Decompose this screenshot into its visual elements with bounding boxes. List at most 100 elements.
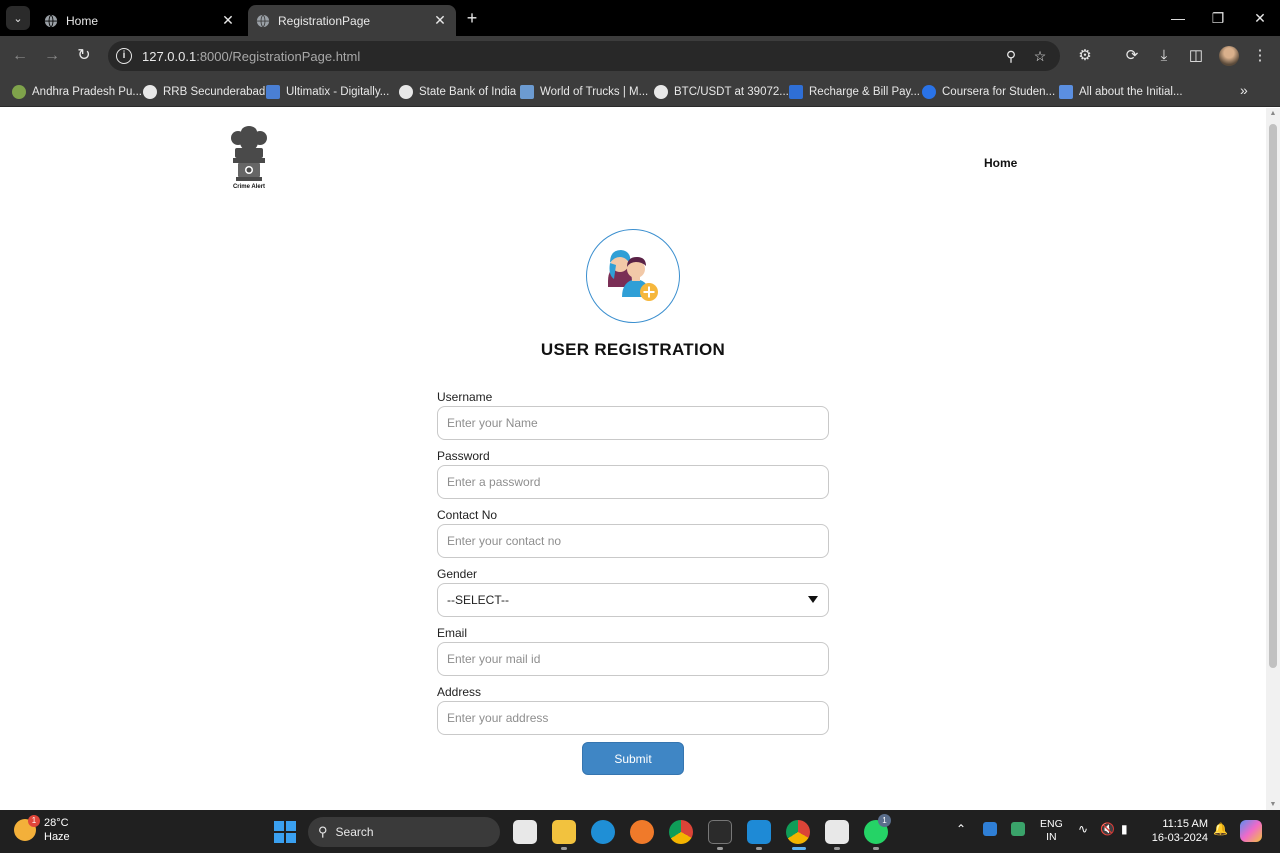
weather-description: Haze [44, 831, 70, 843]
running-indicator [561, 847, 567, 850]
bookmark-item[interactable]: World of Trucks | M... [520, 82, 648, 102]
clock-date: 16-03-2024 [1151, 832, 1208, 844]
restore-button[interactable]: ❐ [1208, 8, 1228, 28]
lang-code: ENG [1040, 818, 1063, 830]
search-label: Search [335, 825, 374, 839]
edge-icon[interactable] [591, 820, 615, 844]
bookmark-item[interactable]: All about the Initial... [1059, 82, 1183, 102]
email-input[interactable] [437, 642, 829, 676]
notification-bell-icon[interactable]: 🔔 [1213, 822, 1228, 836]
page-scrollbar[interactable]: ▲ ▼ [1266, 108, 1280, 810]
registration-form: Username Password Contact No Gender --SE… [437, 388, 829, 775]
new-tab-button[interactable]: + [462, 8, 482, 28]
whatsapp-badge: 1 [878, 814, 891, 827]
profile-avatar[interactable] [1219, 46, 1239, 66]
back-button[interactable]: ← [10, 46, 30, 66]
search-icon: ⚲ [318, 824, 328, 839]
globe-icon [44, 14, 58, 27]
system-clock[interactable]: 11:15 AM 16-03-2024 [1146, 817, 1208, 845]
tray-app-icon[interactable] [1011, 822, 1025, 836]
menu-icon[interactable]: ⋮ [1250, 46, 1270, 66]
extensions-icon[interactable]: ⚙ [1075, 46, 1095, 66]
tab-search-button[interactable]: ⌄ [6, 6, 30, 30]
weather-widget[interactable]: 1 28°C Haze [14, 815, 70, 844]
running-indicator [873, 847, 879, 850]
gender-select[interactable]: --SELECT-- [437, 583, 829, 617]
sync-icon[interactable]: ⟳ [1122, 46, 1142, 66]
bookmark-item[interactable]: State Bank of India [399, 82, 516, 102]
add-users-icon [607, 249, 658, 301]
coin-icon [654, 85, 668, 99]
username-input[interactable] [437, 406, 829, 440]
chrome-profile-icon[interactable] [786, 820, 810, 844]
bookmark-star-icon[interactable]: ☆ [1031, 47, 1049, 65]
url-path: :8000/RegistrationPage.html [196, 48, 361, 64]
minimize-button[interactable]: — [1168, 8, 1188, 28]
firefox-icon[interactable] [630, 820, 654, 844]
more-bookmarks-icon[interactable]: » [1240, 82, 1248, 98]
submit-button[interactable]: Submit [582, 742, 684, 775]
windows-taskbar: 1 28°C Haze ⚲ Search 1 ⌃ ENG IN ∿ 🔇 ▮ 11… [0, 810, 1280, 853]
forward-button[interactable]: → [42, 46, 62, 66]
copilot-icon[interactable] [1240, 820, 1262, 842]
globe-icon [143, 85, 157, 99]
contact-input[interactable] [437, 524, 829, 558]
page-title: USER REGISTRATION [540, 340, 726, 359]
close-tab-icon[interactable]: ✕ [220, 12, 236, 29]
close-window-button[interactable]: ✕ [1250, 8, 1270, 28]
microsoft-store-icon[interactable] [513, 820, 537, 844]
running-indicator [756, 847, 762, 850]
bookmark-item[interactable]: Coursera for Studen... [922, 82, 1055, 102]
show-hidden-icons-chevron-icon[interactable]: ⌃ [956, 822, 966, 836]
weather-temperature: 28°C [44, 817, 69, 829]
site-info-icon[interactable]: i [116, 48, 132, 64]
browser-tabstrip: ⌄ Home ✕ RegistrationPage ✕ + — ❐ ✕ [0, 0, 1280, 36]
recharge-icon [789, 85, 803, 99]
bookmark-item[interactable]: Recharge & Bill Pay... [789, 82, 920, 102]
url-host: 127.0.0.1 [142, 48, 197, 64]
truck-icon [520, 85, 534, 99]
bookmark-item[interactable]: Ultimatix - Digitally... [266, 82, 389, 102]
volume-muted-icon[interactable]: 🔇 [1100, 822, 1115, 836]
running-indicator [717, 847, 723, 850]
police-emblem-icon [12, 85, 26, 99]
bookmark-item[interactable]: RRB Secunderabad [143, 82, 265, 102]
logo-caption: Crime Alert [232, 184, 266, 190]
close-tab-icon[interactable]: ✕ [432, 12, 448, 29]
password-input[interactable] [437, 465, 829, 499]
scroll-down-arrow-icon[interactable]: ▼ [1269, 801, 1277, 808]
taskbar-search[interactable]: ⚲ Search [308, 817, 500, 847]
battery-icon[interactable]: ▮ [1121, 822, 1128, 836]
address-label: Address [437, 685, 482, 699]
bookmark-item[interactable]: Andhra Pradesh Pu... [12, 82, 142, 102]
zoom-icon[interactable]: ⚲ [1002, 47, 1020, 65]
terminal-icon[interactable] [708, 820, 732, 844]
dropdown-arrow-icon [808, 596, 818, 603]
side-panel-icon[interactable]: ◫ [1186, 46, 1206, 66]
nav-home-link[interactable]: Home [984, 156, 1017, 170]
address-bar[interactable]: i 127.0.0.1:8000/RegistrationPage.html ⚲… [108, 41, 1060, 71]
reload-button[interactable]: ↻ [74, 46, 94, 66]
national-emblem-logo [231, 126, 267, 181]
scrollbar-thumb[interactable] [1269, 124, 1277, 668]
coursera-icon [922, 85, 936, 99]
tab-home[interactable]: Home ✕ [36, 5, 244, 36]
notepad-icon[interactable] [825, 820, 849, 844]
active-indicator [792, 847, 806, 850]
bookmark-item[interactable]: BTC/USDT at 39072.... [654, 82, 792, 102]
whatsapp-icon[interactable]: 1 [864, 814, 891, 844]
wifi-icon[interactable]: ∿ [1078, 822, 1088, 836]
file-explorer-icon[interactable] [552, 820, 576, 844]
address-input[interactable] [437, 701, 829, 735]
chrome-icon[interactable] [669, 820, 693, 844]
input-language[interactable]: ENG IN [1040, 818, 1063, 844]
web-page: Crime Alert Home USER REGISTRATION Usern… [0, 108, 1266, 810]
vscode-icon[interactable] [747, 820, 771, 844]
start-button[interactable] [274, 821, 296, 843]
scroll-up-arrow-icon[interactable]: ▲ [1269, 110, 1277, 117]
bookmarks-bar: Andhra Pradesh Pu... RRB Secunderabad Ul… [0, 76, 1280, 107]
username-label: Username [437, 390, 493, 404]
tab-registration[interactable]: RegistrationPage ✕ [248, 5, 456, 36]
download-icon[interactable]: ⤓ [1154, 46, 1174, 66]
defender-icon[interactable] [983, 822, 997, 836]
